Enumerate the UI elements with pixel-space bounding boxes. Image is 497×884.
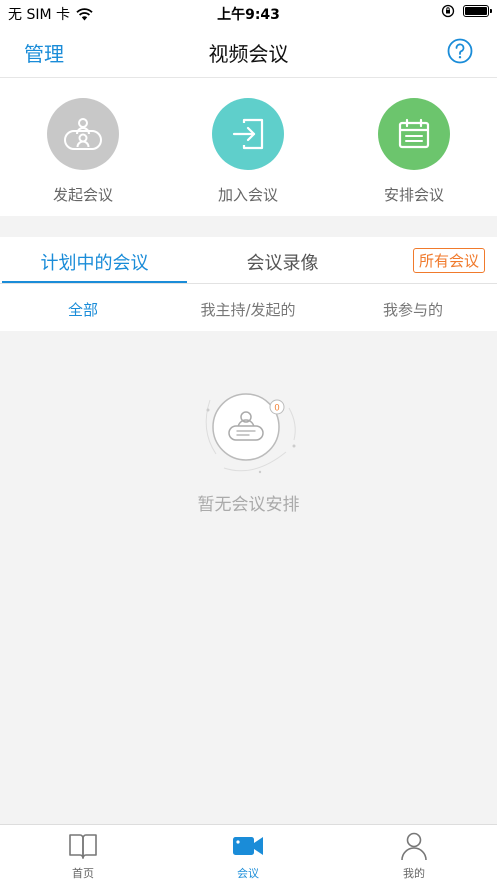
battery-icon: [463, 5, 492, 17]
tabbar-mine-label: 我的: [403, 867, 425, 880]
clock: 上午9:43: [217, 7, 280, 23]
join-meeting-label: 加入会议: [217, 186, 278, 204]
bottom-tab-bar: 首页 会议 我的: [0, 824, 497, 884]
empty-meeting-illustration: 0: [205, 393, 296, 474]
empty-badge-count: 0: [274, 403, 279, 413]
start-meeting-label: 发起会议: [52, 186, 113, 204]
tabbar-mine[interactable]: 我的: [331, 831, 497, 881]
tab-planned-meetings[interactable]: 计划中的会议: [2, 249, 187, 275]
tabbar-home[interactable]: 首页: [0, 831, 166, 881]
video-conference-icon: [47, 98, 119, 170]
filter-all[interactable]: 全部: [0, 299, 166, 320]
empty-message: 暂无会议安排: [197, 495, 300, 515]
meeting-tabs: 计划中的会议 会议录像 所有会议: [0, 237, 497, 284]
book-icon: [69, 834, 97, 859]
status-right: [441, 4, 492, 18]
schedule-meeting-button[interactable]: 安排会议: [354, 98, 474, 205]
calendar-icon: [378, 98, 450, 170]
tabbar-home-label: 首页: [72, 867, 94, 880]
meeting-filter: 全部 我主持/发起的 我参与的: [0, 284, 497, 331]
tabbar-meetings[interactable]: 会议: [165, 831, 331, 881]
filter-joined[interactable]: 我参与的: [330, 299, 496, 320]
manage-button[interactable]: 管理: [24, 38, 64, 67]
join-arrow-icon: [212, 98, 284, 170]
help-icon[interactable]: [447, 38, 473, 64]
schedule-meeting-label: 安排会议: [383, 186, 444, 204]
empty-state: 0 暂无会议安排: [0, 380, 497, 515]
quick-actions: 发起会议 加入会议 安排会议: [0, 78, 497, 216]
tab-meeting-recordings[interactable]: 会议录像: [200, 249, 365, 275]
filter-hosted[interactable]: 我主持/发起的: [165, 299, 331, 320]
all-meetings-button[interactable]: 所有会议: [412, 248, 485, 273]
orientation-lock-icon: [441, 4, 455, 18]
active-tab-indicator: [2, 281, 187, 283]
status-bar: 无 SIM 卡 上午9:43: [0, 0, 497, 26]
video-camera-icon: [233, 837, 263, 855]
nav-bar: 管理 视频会议: [0, 26, 497, 78]
tabbar-meetings-label: 会议: [237, 867, 259, 880]
page-title: 视频会议: [208, 42, 289, 66]
start-meeting-button[interactable]: 发起会议: [23, 98, 143, 205]
person-icon: [401, 832, 427, 861]
join-meeting-button[interactable]: 加入会议: [188, 98, 308, 205]
